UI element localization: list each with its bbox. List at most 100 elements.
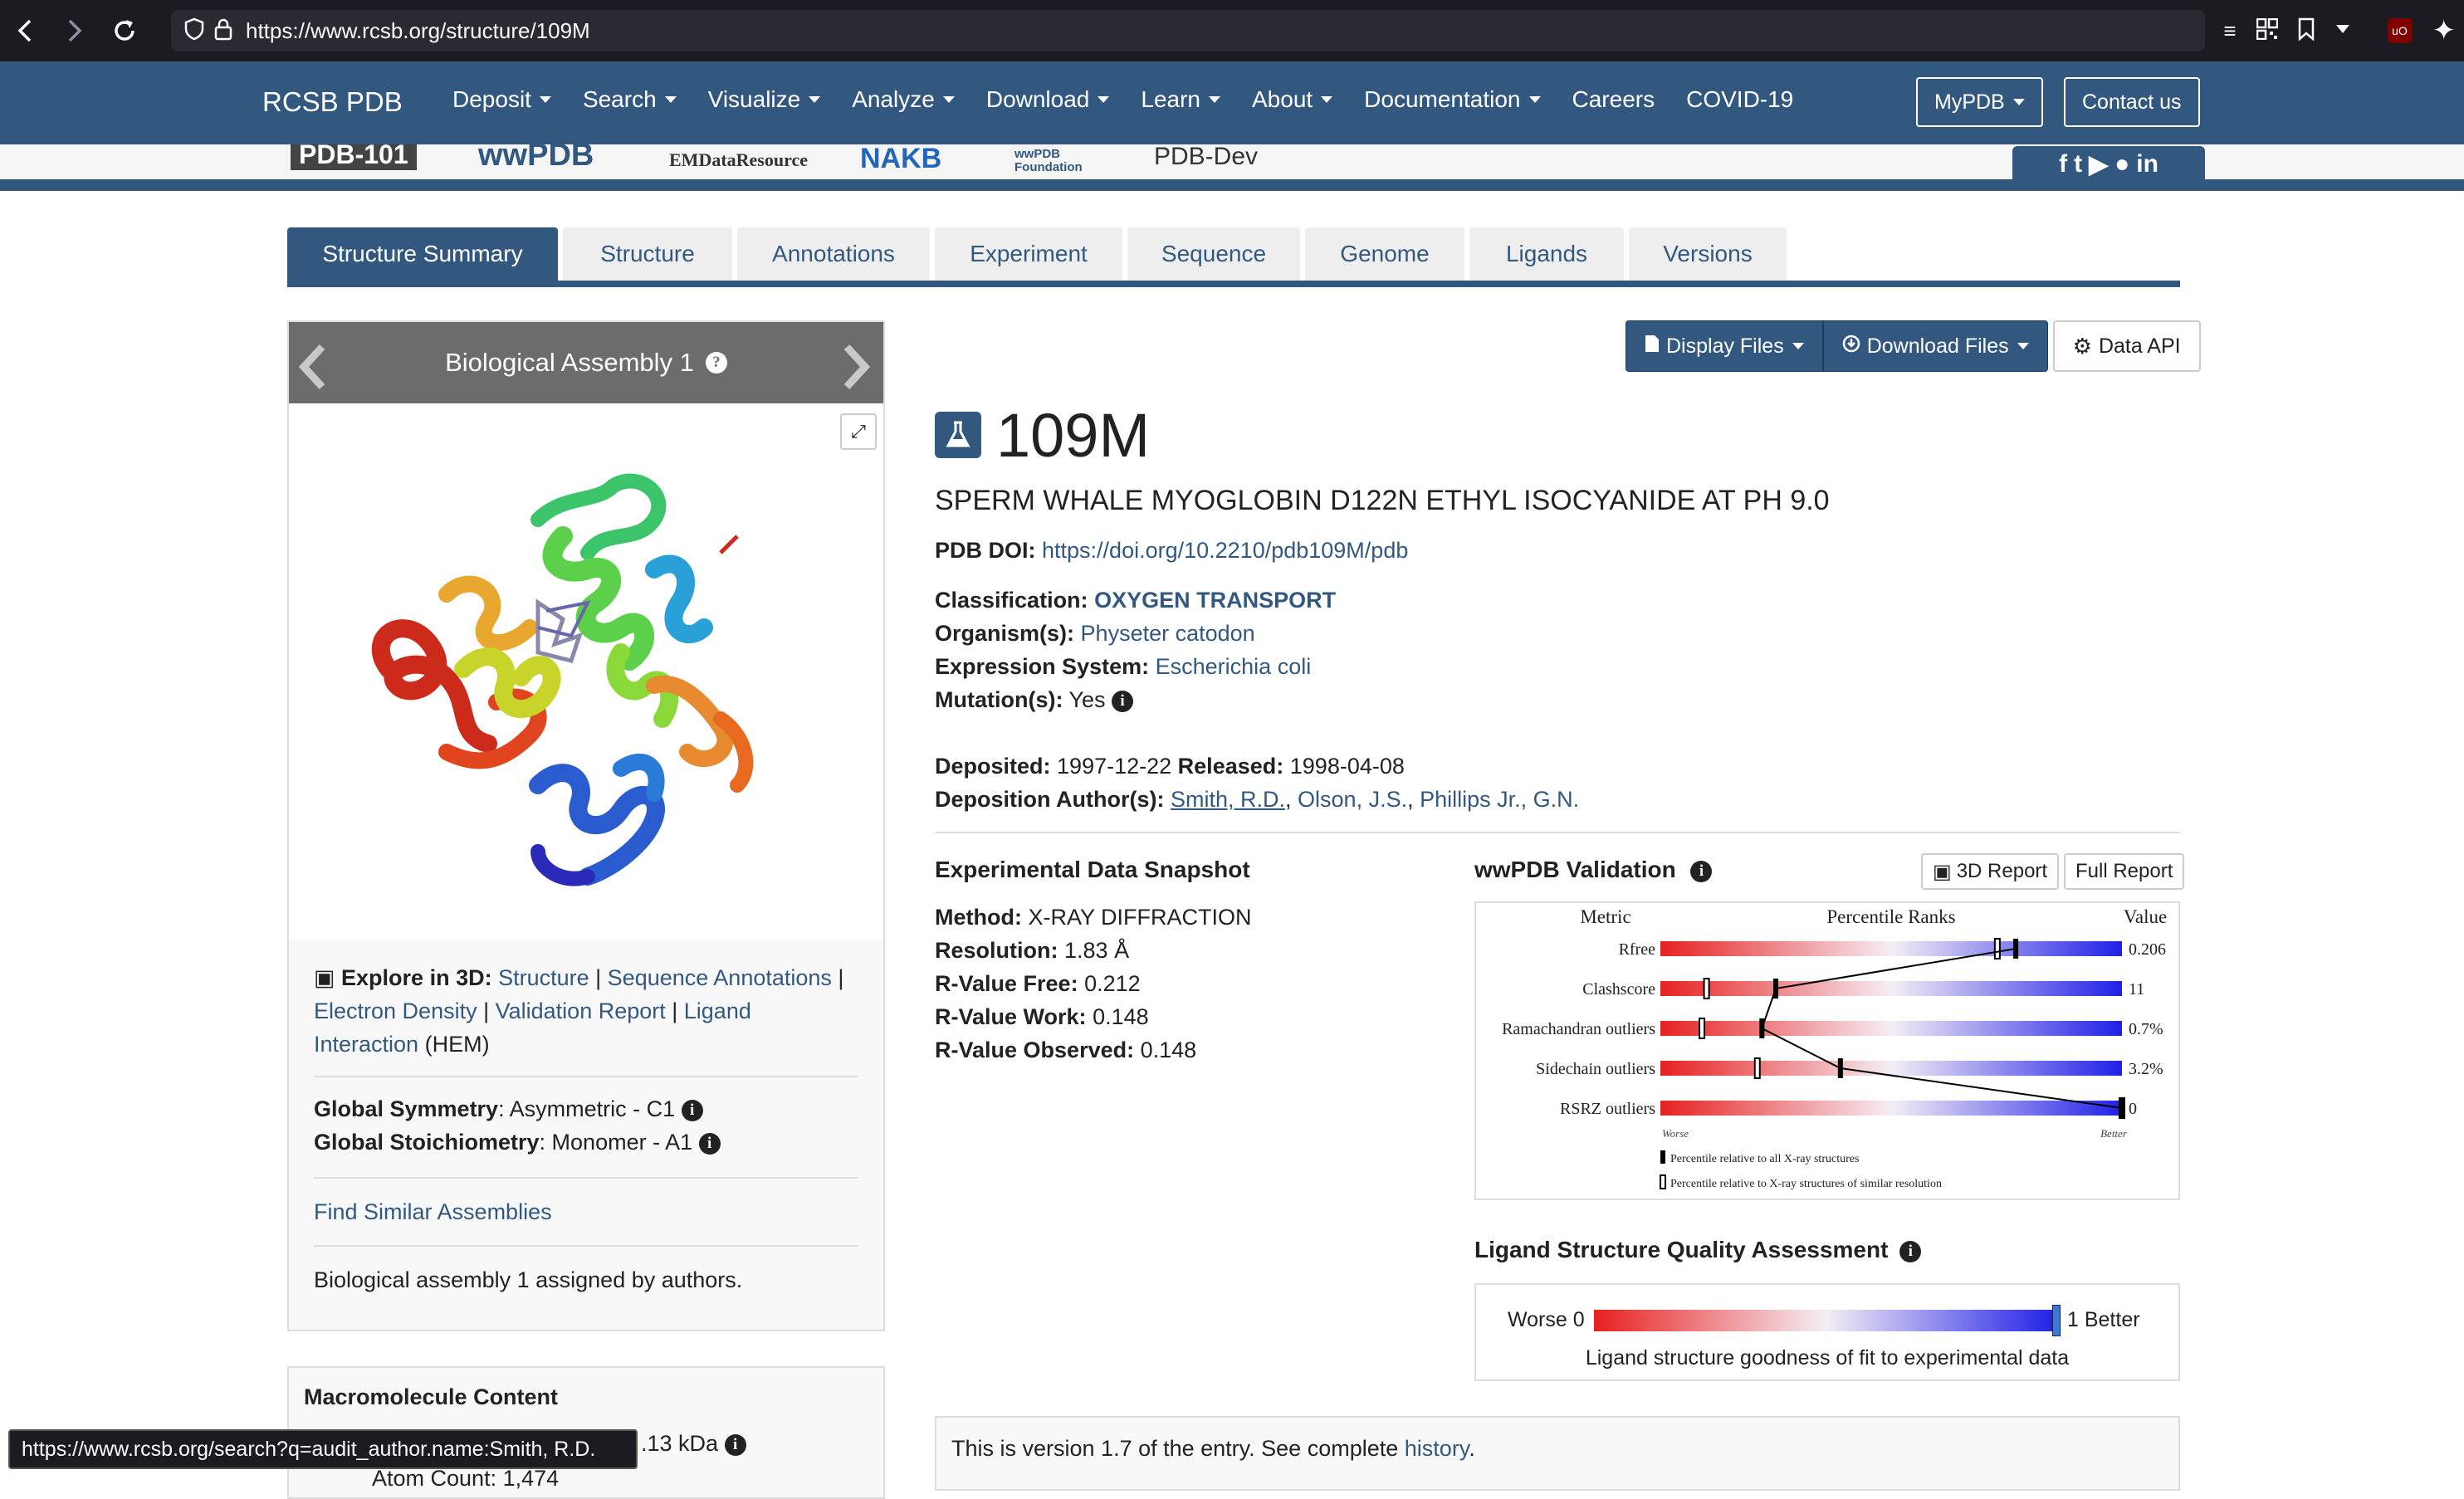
organism-link[interactable]: Physeter catodon bbox=[1081, 621, 1255, 646]
deposition-authors: Deposition Author(s): Smith, R.D., Olson… bbox=[935, 787, 1580, 812]
main-menu: Deposit Search Visualize Analyze Downloa… bbox=[452, 86, 1825, 113]
help-icon[interactable]: ? bbox=[705, 352, 727, 374]
dates: Deposited: 1997-12-22 Released: 1998-04-… bbox=[935, 754, 1405, 779]
explore-electron-density-link[interactable]: Electron Density bbox=[314, 999, 477, 1023]
github-icon[interactable]: ● bbox=[2114, 150, 2129, 178]
tab-versions[interactable]: Versions bbox=[1629, 227, 1787, 281]
molecule-viewer-image[interactable] bbox=[289, 403, 883, 940]
lock-icon[interactable] bbox=[214, 17, 232, 45]
url-text: https://www.rcsb.org/structure/109M bbox=[246, 17, 590, 43]
reload-icon[interactable] bbox=[100, 0, 149, 61]
author-link[interactable]: Phillips Jr., G.N. bbox=[1420, 787, 1579, 812]
rcsb-brand-link[interactable]: RCSB PDB bbox=[262, 86, 403, 118]
pocket-dropdown-icon[interactable] bbox=[2334, 23, 2351, 39]
menu-visualize[interactable]: Visualize bbox=[708, 86, 821, 113]
bookmark-icon[interactable] bbox=[2298, 17, 2315, 45]
tab-sequence[interactable]: Sequence bbox=[1127, 227, 1300, 281]
nakb-logo[interactable]: NAKB bbox=[860, 144, 941, 175]
exp-label: Resolution: bbox=[935, 938, 1058, 963]
exp-row: R-Value Observed: 0.148 bbox=[935, 1038, 1196, 1063]
menu-about[interactable]: About bbox=[1252, 86, 1333, 113]
expression-label: Expression System: bbox=[935, 654, 1150, 679]
reader-view-icon[interactable]: ≡ bbox=[2223, 18, 2236, 44]
explore-structure-link[interactable]: Structure bbox=[498, 965, 589, 990]
youtube-icon[interactable]: ▶ bbox=[2089, 150, 2108, 179]
info-icon[interactable]: i bbox=[1690, 860, 1713, 882]
qr-code-icon[interactable] bbox=[2256, 17, 2278, 44]
author-link[interactable]: Smith, R.D. bbox=[1171, 787, 1285, 812]
released-value: 1998-04-08 bbox=[1289, 754, 1405, 779]
tab-structure[interactable]: Structure bbox=[563, 227, 732, 281]
menu-learn[interactable]: Learn bbox=[1141, 86, 1220, 113]
version-text: This is version 1.7 of the entry. See co… bbox=[951, 1436, 1475, 1462]
ligand-gradient-bar bbox=[1594, 1310, 2057, 1331]
author-link[interactable]: Olson, J.S. bbox=[1298, 787, 1407, 812]
explore-sequence-annotations-link[interactable]: Sequence Annotations bbox=[608, 965, 832, 990]
pdb-dev-logo[interactable]: PDB-Dev bbox=[1154, 144, 1258, 171]
menu-deposit[interactable]: Deposit bbox=[452, 86, 551, 113]
tab-genome[interactable]: Genome bbox=[1305, 227, 1464, 281]
exp-value: 0.212 bbox=[1084, 971, 1141, 996]
history-link[interactable]: history bbox=[1405, 1436, 1469, 1461]
display-files-button[interactable]: Display Files bbox=[1626, 320, 1823, 372]
data-api-button[interactable]: ⚙ Data API bbox=[2052, 320, 2201, 372]
menu-search[interactable]: Search bbox=[583, 86, 677, 113]
ublock-icon[interactable]: uO bbox=[2387, 18, 2413, 43]
mypdb-button[interactable]: MyPDB bbox=[1916, 77, 2043, 127]
metric-label: RSRZ outliers bbox=[1560, 1100, 1655, 1118]
tab-experiment[interactable]: Experiment bbox=[935, 227, 1122, 281]
menu-covid[interactable]: COVID-19 bbox=[1686, 86, 1793, 113]
find-similar-assemblies-link[interactable]: Find Similar Assemblies bbox=[314, 1195, 552, 1228]
contact-us-button[interactable]: Contact us bbox=[2064, 77, 2200, 127]
linkedin-icon[interactable]: in bbox=[2136, 150, 2158, 178]
menu-label: Deposit bbox=[452, 86, 531, 112]
organism: Organism(s): Physeter catodon bbox=[935, 621, 1255, 647]
info-icon[interactable]: i bbox=[724, 1433, 746, 1456]
shield-icon[interactable] bbox=[184, 17, 204, 45]
next-assembly-icon[interactable] bbox=[840, 342, 873, 394]
twitter-icon[interactable]: t bbox=[2074, 150, 2082, 178]
menu-documentation[interactable]: Documentation bbox=[1364, 86, 1541, 113]
pdb101-logo[interactable]: PDB-101 bbox=[291, 144, 417, 170]
wwpdb-foundation-logo[interactable]: wwPDB Foundation bbox=[1014, 148, 1122, 174]
back-icon[interactable] bbox=[0, 0, 50, 61]
expression-link[interactable]: Escherichia coli bbox=[1156, 654, 1312, 679]
full-report-button[interactable]: Full Report bbox=[2064, 853, 2185, 890]
info-icon[interactable]: i bbox=[698, 1132, 721, 1155]
expand-viewer-icon[interactable]: ⤢ bbox=[840, 413, 877, 450]
explore-validation-report-link[interactable]: Validation Report bbox=[496, 999, 666, 1023]
assembly-title: Biological Assembly 1 ? bbox=[289, 322, 883, 403]
tab-structure-summary[interactable]: Structure Summary bbox=[287, 227, 558, 281]
assembly-assigned-note: Biological assembly 1 assigned by author… bbox=[314, 1267, 743, 1292]
extensions-icon[interactable]: ✦ bbox=[2432, 14, 2457, 47]
protein-ribbon-illustration bbox=[371, 473, 754, 886]
find-similar-text[interactable]: Find Similar Assemblies bbox=[314, 1199, 552, 1224]
classification-link[interactable]: OXYGEN TRANSPORT bbox=[1094, 588, 1336, 613]
download-files-button[interactable]: Download Files bbox=[1822, 320, 2048, 372]
similar-resolution-marker bbox=[1753, 1057, 1761, 1079]
menu-analyze[interactable]: Analyze bbox=[852, 86, 955, 113]
address-bar[interactable]: https://www.rcsb.org/structure/109M bbox=[171, 10, 2205, 51]
wwpdb-logo[interactable]: wwPDB bbox=[478, 144, 594, 173]
menu-download[interactable]: Download bbox=[986, 86, 1110, 113]
flask-icon bbox=[935, 412, 981, 458]
metric-value: 11 bbox=[2129, 980, 2144, 999]
forward-icon[interactable] bbox=[50, 0, 100, 61]
cube-icon: ▣ bbox=[1933, 860, 1952, 883]
validation-slider-chart[interactable]: Metric Percentile Ranks Value Rfree 0.206… bbox=[1474, 901, 2180, 1200]
doi-link[interactable]: https://doi.org/10.2210/pdb109M/pdb bbox=[1042, 538, 1408, 563]
emdataresource-logo[interactable]: EMDataResource bbox=[669, 149, 808, 171]
3d-report-button[interactable]: ▣ 3D Report bbox=[1921, 853, 2060, 890]
tab-ligands[interactable]: Ligands bbox=[1469, 227, 1624, 281]
info-icon[interactable]: i bbox=[1112, 690, 1134, 712]
global-symmetry-label: Global Symmetry bbox=[314, 1096, 499, 1121]
tab-annotations[interactable]: Annotations bbox=[737, 227, 930, 281]
caret-down-icon bbox=[1209, 96, 1220, 103]
info-icon[interactable]: i bbox=[1899, 1240, 1922, 1262]
all-structures-marker bbox=[2119, 1098, 2124, 1118]
mutation-value: Yes bbox=[1068, 687, 1106, 712]
info-icon[interactable]: i bbox=[681, 1099, 703, 1121]
facebook-icon[interactable]: f bbox=[2059, 150, 2067, 178]
legend-similar-text: Percentile relative to X-ray structures … bbox=[1670, 1178, 1942, 1190]
menu-careers[interactable]: Careers bbox=[1572, 86, 1655, 113]
